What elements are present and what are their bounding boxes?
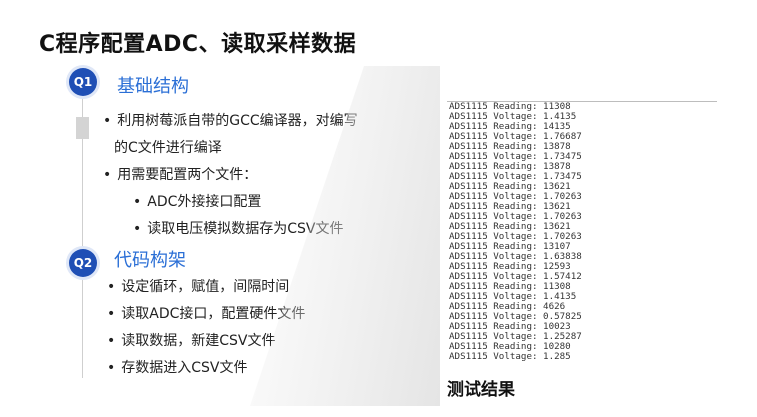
bullet-dot: • [103, 113, 112, 129]
bullet-new-csv: • 读取数据，新建CSV文件 [107, 330, 276, 350]
bullet-dot: • [103, 167, 112, 183]
bullet-save-csv: • 存数据进入CSV文件 [107, 357, 248, 377]
bullet-dot: • [107, 306, 116, 322]
slide-title: C程序配置ADC、读取采样数据 [39, 32, 357, 57]
bullet-text: ADC外接接口配置 [147, 194, 262, 210]
timeline-marker [76, 117, 89, 139]
bullet-read-adc: • 读取ADC接口，配置硬件文件 [107, 303, 305, 323]
bullet-gcc-compile: • 利用树莓派自带的GCC编译器，对编写 [103, 110, 358, 130]
terminal-output: ADS1115 Reading: 11308 ADS1115 Voltage: … [447, 101, 717, 364]
bullet-loop-setup: • 设定循环，赋值，间隔时间 [107, 276, 289, 296]
bullet-dot: • [107, 279, 116, 295]
terminal-line: ADS1115 Voltage: 1.285 [449, 351, 571, 362]
bullet-text: 读取ADC接口，配置硬件文件 [121, 306, 306, 322]
section-title-basic-structure: 基础结构 [117, 76, 189, 97]
bullet-text: 用需要配置两个文件： [117, 167, 258, 183]
bullet-dot: • [107, 333, 116, 349]
bullet-text: 利用树莓派自带的GCC编译器，对编写 [117, 113, 358, 129]
bullet-dot: • [107, 360, 116, 376]
bullet-two-files: • 用需要配置两个文件： [103, 164, 257, 184]
q2-badge: Q2 [69, 249, 97, 277]
q1-badge: Q1 [69, 68, 97, 96]
bullet-dot: • [133, 194, 142, 210]
test-result-caption: 测试结果 [447, 380, 515, 400]
sub-bullet-adc-config: • ADC外接接口配置 [133, 191, 261, 211]
bullet-dot: • [133, 221, 142, 237]
bullet-gcc-compile-cont: 的C文件进行编译 [114, 140, 222, 156]
bullet-text: 读取数据，新建CSV文件 [121, 333, 276, 349]
section-title-code-architecture: 代码构架 [114, 250, 186, 271]
bullet-text: 设定循环，赋值，间隔时间 [121, 279, 290, 295]
bullet-text: 存数据进入CSV文件 [121, 360, 248, 376]
